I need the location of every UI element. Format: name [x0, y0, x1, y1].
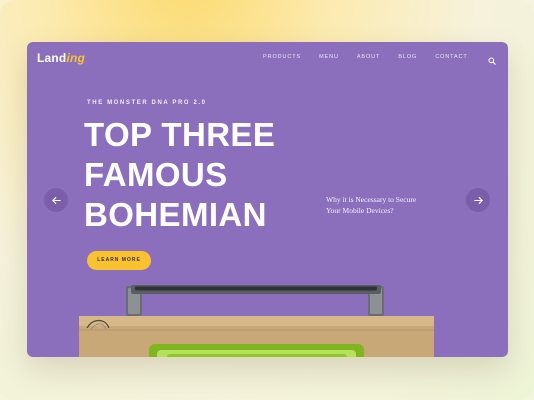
side-caption: Why it is Necessary to Secure Your Mobil…	[326, 195, 417, 215]
learn-more-button[interactable]: LEARN MORE	[87, 251, 151, 270]
product-box-image	[79, 285, 434, 357]
logo-accent-text: ing	[66, 51, 86, 65]
arrow-left-icon	[51, 195, 62, 206]
carousel-prev-button[interactable]	[44, 188, 68, 212]
headline-line-1: TOP THREE	[84, 116, 276, 153]
headline-line-2: FAMOUS	[84, 156, 228, 193]
nav-item-blog[interactable]: BLOG	[398, 54, 417, 60]
nav-item-products[interactable]: PRODUCTS	[263, 54, 301, 60]
hero-headline: TOP THREE FAMOUS BOHEMIAN	[84, 115, 314, 235]
hero-eyebrow: THE MONSTER DNA PRO 2.0	[87, 100, 207, 106]
arrow-right-icon	[473, 195, 484, 206]
nav-item-contact[interactable]: CONTACT	[435, 54, 467, 60]
headline-line-3: BOHEMIAN	[84, 196, 267, 233]
landing-hero-card: Landing PRODUCTS MENU ABOUT BLOG CONTACT…	[27, 42, 508, 357]
brand-logo[interactable]: Landing	[37, 51, 85, 65]
carousel-next-button[interactable]	[466, 188, 490, 212]
search-icon[interactable]	[488, 52, 496, 65]
nav-item-menu[interactable]: MENU	[319, 54, 339, 60]
page-background: Landing PRODUCTS MENU ABOUT BLOG CONTACT…	[0, 0, 534, 400]
top-nav: PRODUCTS MENU ABOUT BLOG CONTACT	[263, 54, 486, 60]
nav-item-about[interactable]: ABOUT	[357, 54, 380, 60]
logo-main-text: Land	[37, 51, 67, 65]
